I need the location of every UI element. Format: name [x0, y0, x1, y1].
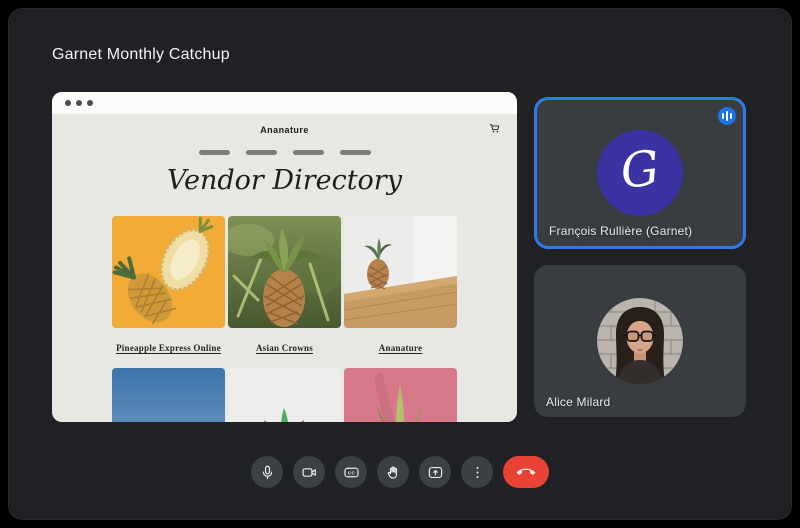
end-call-button[interactable] — [503, 456, 549, 488]
avatar-letter: G — [618, 144, 662, 202]
shared-screen[interactable]: Ananature Vendor Directory — [52, 92, 517, 422]
avatar: G — [597, 130, 683, 216]
meeting-window: Garnet Monthly Catchup Ananature — [0, 0, 800, 528]
window-dot — [65, 100, 71, 106]
svg-text:CC: CC — [347, 470, 355, 475]
browser-content: Ananature Vendor Directory — [52, 114, 517, 422]
vendor-photo-pineapple-table — [344, 216, 457, 328]
mic-button[interactable] — [251, 456, 283, 488]
raise-hand-icon — [385, 464, 402, 481]
participant-tile-francois[interactable]: G François Rullière (Garnet) — [534, 97, 746, 249]
camera-button[interactable] — [293, 456, 325, 488]
captions-button[interactable]: CC — [335, 456, 367, 488]
vendor-link: Pineapple Express Online — [112, 328, 225, 368]
call-controls: CC — [8, 456, 792, 488]
vendor-link: Asian Crowns — [228, 328, 341, 368]
browser-titlebar — [52, 92, 517, 114]
vendor-photo-pineapple-white — [228, 368, 341, 422]
present-screen-icon — [427, 464, 444, 481]
window-dot — [87, 100, 93, 106]
nav-menu — [52, 150, 517, 155]
meeting-title: Garnet Monthly Catchup — [52, 46, 230, 64]
vendor-link: Ananature — [344, 328, 457, 368]
camera-icon — [301, 464, 318, 481]
window-dot — [76, 100, 82, 106]
participant-name: François Rullière (Garnet) — [549, 224, 692, 238]
end-call-icon — [516, 462, 536, 482]
avatar — [597, 298, 683, 384]
vendor-photo-pineapple-field — [228, 216, 341, 328]
meeting-panel: Garnet Monthly Catchup Ananature — [8, 8, 792, 520]
shopping-cart-icon — [489, 123, 502, 141]
captions-icon: CC — [343, 464, 360, 481]
present-screen-button[interactable] — [419, 456, 451, 488]
nav-item-placeholder — [246, 150, 277, 155]
vendor-grid: Pineapple Express Online Asian Crowns An… — [52, 216, 517, 422]
nav-item-placeholder — [199, 150, 230, 155]
more-options-button[interactable] — [461, 456, 493, 488]
vendor-photo-pineapple-orange — [112, 216, 225, 328]
nav-item-placeholder — [293, 150, 324, 155]
vendor-photo-blue-sky — [112, 368, 225, 422]
raise-hand-button[interactable] — [377, 456, 409, 488]
vendor-photo-pineapple-pink — [344, 368, 457, 422]
more-options-icon — [469, 464, 486, 481]
microphone-icon — [259, 464, 276, 481]
participant-name: Alice Milard — [546, 395, 610, 409]
page-title: Vendor Directory — [52, 165, 517, 197]
site-logo: Ananature — [52, 114, 517, 135]
participant-tile-alice[interactable]: Alice Milard — [534, 265, 746, 417]
nav-item-placeholder — [340, 150, 371, 155]
